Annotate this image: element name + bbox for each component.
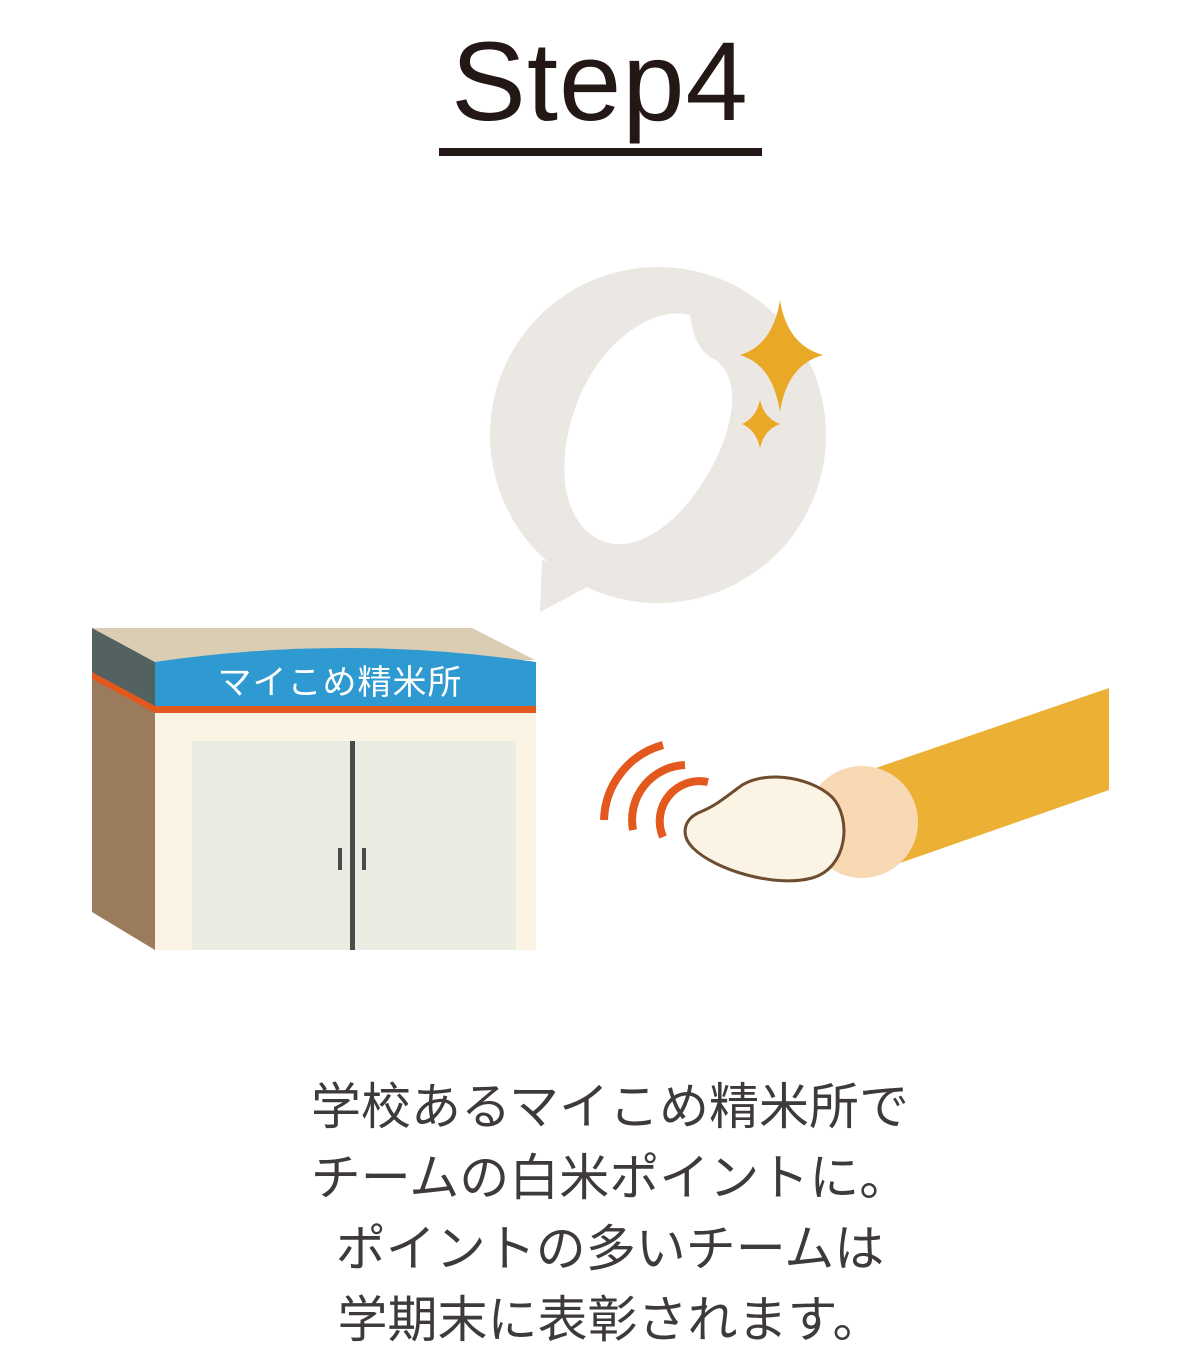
caption-line: 学期末に表彰されます。 [337,1291,883,1349]
rice-card-icon [683,775,846,883]
caption: 学校あるマイこめ精米所で チームの白米ポイントに。 ポイントの多いチームは 学期… [200,1072,1020,1356]
caption-line: チームの白米ポイントに。 [310,1149,910,1207]
arm-icon [806,688,1109,878]
illustration: マイこめ精米所 [92,267,1109,950]
caption-line: ポイントの多いチームは [335,1220,885,1278]
caption-line: 学校あるマイこめ精米所で [311,1078,909,1136]
store-sign: マイこめ精米所 [218,663,463,703]
